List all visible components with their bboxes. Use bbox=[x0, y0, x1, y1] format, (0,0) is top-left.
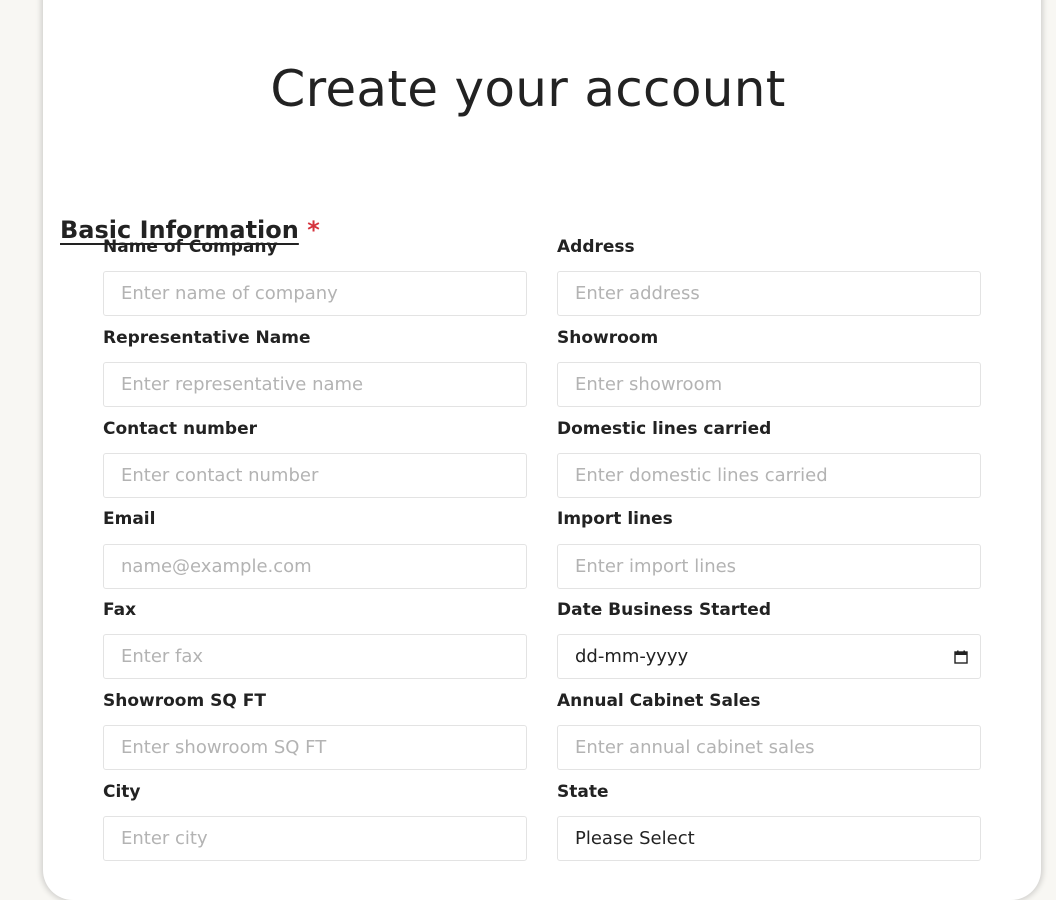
email-label: Email bbox=[103, 509, 156, 529]
date-started-label: Date Business Started bbox=[557, 600, 772, 620]
sqft-label: Showroom SQ FT bbox=[103, 691, 266, 711]
annual-sales-label: Annual Cabinet Sales bbox=[557, 691, 761, 711]
address-label: Address bbox=[557, 237, 635, 257]
required-marker: * bbox=[307, 216, 320, 244]
contact-label: Contact number bbox=[103, 419, 257, 439]
fax-label: Fax bbox=[103, 600, 137, 620]
city-input[interactable] bbox=[103, 816, 527, 861]
showroom-input[interactable] bbox=[557, 362, 981, 407]
annual-sales-input[interactable] bbox=[557, 725, 981, 770]
showroom-label: Showroom bbox=[557, 328, 659, 348]
sqft-input[interactable] bbox=[103, 725, 527, 770]
page-title: Create your account bbox=[270, 60, 786, 118]
state-select-value: Please Select bbox=[575, 828, 695, 849]
address-input[interactable] bbox=[557, 271, 981, 316]
domestic-lines-input[interactable] bbox=[557, 453, 981, 498]
date-started-value: dd-mm-yyyy bbox=[575, 646, 689, 667]
email-input[interactable] bbox=[103, 544, 527, 589]
state-label: State bbox=[557, 782, 609, 802]
city-label: City bbox=[103, 782, 141, 802]
representative-input[interactable] bbox=[103, 362, 527, 407]
contact-input[interactable] bbox=[103, 453, 527, 498]
import-lines-input[interactable] bbox=[557, 544, 981, 589]
representative-label: Representative Name bbox=[103, 328, 311, 348]
company-input[interactable] bbox=[103, 271, 527, 316]
import-lines-label: Import lines bbox=[557, 509, 673, 529]
company-label: Name of Company bbox=[103, 237, 278, 257]
domestic-lines-label: Domestic lines carried bbox=[557, 419, 772, 439]
calendar-icon[interactable] bbox=[954, 650, 968, 664]
state-select[interactable]: Please Select bbox=[557, 816, 981, 861]
date-started-input[interactable]: dd-mm-yyyy bbox=[557, 634, 981, 679]
fax-input[interactable] bbox=[103, 634, 527, 679]
